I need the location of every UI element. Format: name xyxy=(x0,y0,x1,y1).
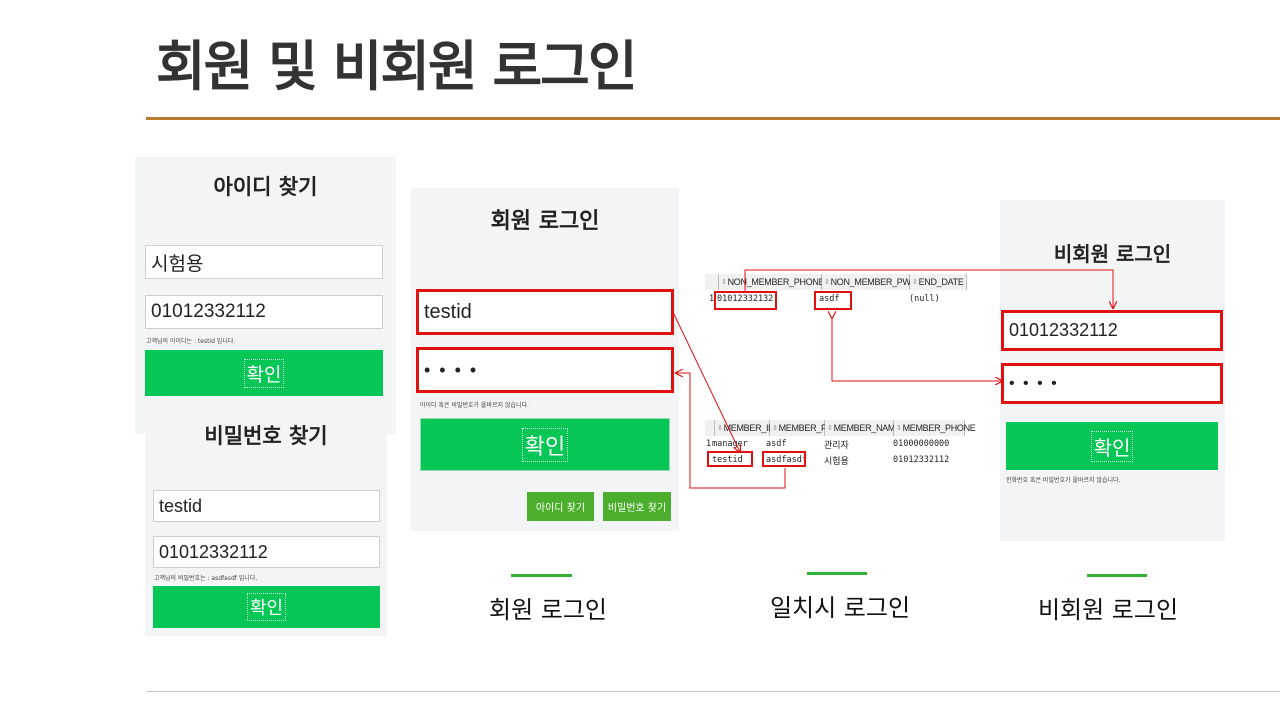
non-member-login-title: 비회원 로그인 xyxy=(1053,242,1172,266)
find-id-confirm-button[interactable]: 확인 xyxy=(145,350,383,396)
find-id-panel: 아이디 찾기 시험용 01012332112 고객님의 아이디는 : testi… xyxy=(135,157,396,434)
column-header: ⇕ END_DATE xyxy=(910,274,967,290)
member-login-button[interactable]: 확인 xyxy=(420,418,670,471)
table-cell: 시험용 xyxy=(824,457,849,467)
phone-highlight xyxy=(714,291,777,310)
non-member-confirm-label: 확인 xyxy=(1090,430,1134,462)
match-caption-bar xyxy=(807,572,867,575)
sort-icon: ⇕ xyxy=(912,279,918,286)
member-caption-bar xyxy=(511,574,572,577)
id-input[interactable]: testid xyxy=(153,490,380,522)
non-member-login-panel: 비회원 로그인 01012332112 • • • • 확인 전화번호 혹은 비… xyxy=(1000,200,1225,541)
find-pw-title: 비밀번호 찾기 xyxy=(204,424,328,448)
sort-icon: ⇕ xyxy=(721,279,727,286)
find-pw-confirm-button[interactable]: 확인 xyxy=(153,586,380,628)
non-member-phone-input[interactable]: 01012332112 xyxy=(1001,310,1223,351)
column-header: ⇕ NON_MEMBER_PW xyxy=(822,274,911,290)
password-highlight xyxy=(814,291,852,310)
bottom-divider xyxy=(146,691,1280,692)
non-member-pw-match-arrow xyxy=(832,318,1002,381)
non-member-caption: 비회원 로그인 xyxy=(1037,596,1179,624)
sort-icon: ⇕ xyxy=(827,425,833,432)
row-number: 1 xyxy=(706,439,712,449)
column-header: ⇕ NON_MEMBER_PHONE xyxy=(719,274,825,290)
non-member-db-table: ⇕ NON_MEMBER_PHONE ⇕ NON_MEMBER_PW ⇕ END_DA… xyxy=(705,274,967,310)
member-login-label: 확인 xyxy=(521,427,569,462)
non-member-confirm-button[interactable]: 확인 xyxy=(1006,422,1218,470)
phone-input[interactable]: 01012332112 xyxy=(145,295,383,329)
slide-title: 회원 및 비회원 로그인 xyxy=(156,35,638,98)
match-caption: 일치시 로그인 xyxy=(769,594,911,622)
member-password-input[interactable]: • • • • xyxy=(416,347,674,393)
sort-icon: ⇕ xyxy=(896,425,902,432)
table-cell: 01000000000 xyxy=(893,439,950,449)
member-id-highlight xyxy=(707,451,753,467)
row-number-header xyxy=(705,420,715,436)
find-pw-result-note: 고객님의 비밀번호는 : asdfasdf 입니다. xyxy=(154,575,258,582)
member-id-input[interactable]: testid xyxy=(416,289,674,335)
find-pw-confirm-label: 확인 xyxy=(246,593,287,621)
non-member-caption-bar xyxy=(1087,574,1147,577)
non-member-password-input[interactable]: • • • • xyxy=(1001,363,1223,404)
table-cell: 01012332112 xyxy=(893,455,950,465)
member-login-error-note: 아이디 혹은 비밀번호가 올바르지 않습니다. xyxy=(420,402,529,409)
table-cell: asdf xyxy=(766,439,787,449)
table-cell: 관리자 xyxy=(824,441,849,451)
find-id-confirm-label: 확인 xyxy=(243,358,285,388)
member-login-panel: 회원 로그인 testid • • • • 아이디 혹은 비밀번호가 올바르지 … xyxy=(411,188,679,531)
column-header: ⇕ MEMBER_NAME xyxy=(825,420,901,436)
member-login-title: 회원 로그인 xyxy=(490,209,600,234)
sort-icon: ⇕ xyxy=(717,425,723,432)
title-divider xyxy=(146,117,1280,120)
column-header: ⇕ MEMBER_ID xyxy=(715,420,775,436)
member-password-highlight xyxy=(762,451,806,467)
find-password-button[interactable]: 비밀번호 찾기 xyxy=(603,492,671,521)
member-db-table: ⇕ MEMBER_ID ⇕ MEMBER_PW ⇕ MEMBER_NAME ⇕ MEMB… xyxy=(705,420,976,470)
find-id-result-note: 고객님의 아이디는 : testid 입니다. xyxy=(146,338,236,345)
table-cell: (null) xyxy=(909,294,940,304)
column-header: ⇕ MEMBER_PHONE xyxy=(894,420,976,436)
find-id-title: 아이디 찾기 xyxy=(213,175,318,199)
column-header: ⇕ MEMBER_PW xyxy=(770,420,835,436)
sort-icon: ⇕ xyxy=(772,425,778,432)
sort-icon: ⇕ xyxy=(824,279,830,286)
table-cell: manager xyxy=(712,439,748,449)
name-input[interactable]: 시험용 xyxy=(145,245,383,279)
non-member-error-note: 전화번호 혹은 비밀번호가 올바르지 않습니다. xyxy=(1006,477,1121,484)
find-id-button[interactable]: 아이디 찾기 xyxy=(527,492,594,521)
row-number-header xyxy=(705,274,719,290)
phone-input[interactable]: 01012332112 xyxy=(153,536,380,568)
find-pw-panel: 비밀번호 찾기 testid 01012332112 고객님의 비밀번호는 : … xyxy=(145,410,387,636)
member-caption: 회원 로그인 xyxy=(488,596,608,624)
